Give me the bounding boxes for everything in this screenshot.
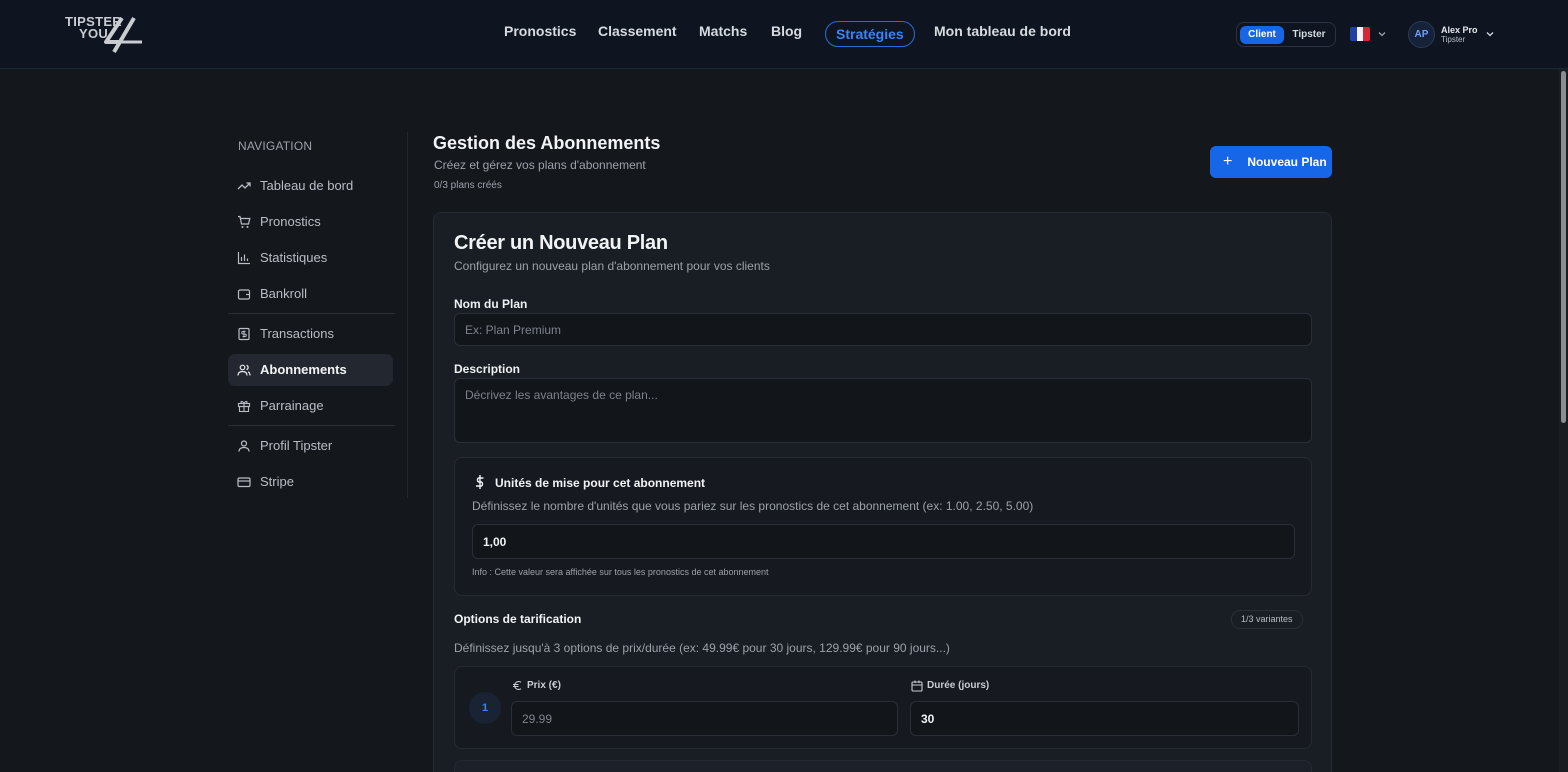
description-label: Description <box>454 362 521 376</box>
sidebar-item-tableau-de-bord[interactable]: Tableau de bord <box>228 170 393 202</box>
sidebar-divider <box>228 313 395 314</box>
variant-number: 1 <box>469 692 501 724</box>
new-plan-button[interactable]: + Nouveau Plan <box>1210 146 1332 178</box>
bar-chart-icon <box>237 252 250 265</box>
units-title: Unités de mise pour cet abonnement <box>495 476 706 490</box>
scrollbar[interactable] <box>1559 69 1568 772</box>
duration-input[interactable] <box>910 701 1299 736</box>
units-info: Info : Cette valeur sera affichée sur to… <box>472 567 769 577</box>
sidebar-item-label: Parrainage <box>260 398 324 413</box>
price-input[interactable] <box>511 701 898 736</box>
logo-mark-icon <box>104 16 142 54</box>
units-section: Unités de mise pour cet abonnement Défin… <box>454 457 1312 596</box>
cart-icon <box>238 215 251 228</box>
plus-icon: + <box>1223 153 1233 170</box>
sidebar-item-label: Abonnements <box>260 362 347 377</box>
units-input[interactable] <box>472 524 1295 559</box>
sidebar-item-stripe[interactable]: Stripe <box>228 466 393 498</box>
sidebar-item-label: Stripe <box>260 474 294 489</box>
user-name: Alex Pro <box>1441 25 1478 35</box>
sidebar-item-label: Transactions <box>260 326 334 341</box>
price-label: Prix (€) <box>527 680 561 691</box>
euro-icon <box>513 681 522 690</box>
language-flag-icon[interactable] <box>1350 27 1370 41</box>
new-plan-label: Nouveau Plan <box>1247 155 1327 169</box>
wallet-icon <box>237 289 251 300</box>
chevron-down-icon[interactable] <box>1377 29 1387 39</box>
nav-dashboard[interactable]: Mon tableau de bord <box>934 22 1071 40</box>
logo[interactable]: TIPSTER YOU <box>64 14 146 54</box>
plan-name-input[interactable] <box>454 313 1312 346</box>
trending-up-icon <box>237 182 251 190</box>
sidebar-item-parrainage[interactable]: Parrainage <box>228 390 393 422</box>
avatar[interactable]: AP <box>1408 21 1435 48</box>
sidebar-title: NAVIGATION <box>238 139 313 153</box>
nav-strategies[interactable]: Stratégies <box>825 21 915 47</box>
add-variant-button[interactable] <box>454 760 1312 772</box>
nav-blog[interactable]: Blog <box>771 22 802 40</box>
form-title: Créer un Nouveau Plan <box>454 232 668 254</box>
nav-matchs[interactable]: Matchs <box>699 22 747 40</box>
units-description: Définissez le nombre d'unités que vous p… <box>472 499 1034 513</box>
pricing-variant: 1 Prix (€) Durée (jours) <box>454 666 1312 749</box>
form-subtitle: Configurez un nouveau plan d'abonnement … <box>454 259 770 273</box>
sidebar-item-pronostics[interactable]: Pronostics <box>228 206 393 238</box>
duration-label: Durée (jours) <box>927 680 990 691</box>
gift-icon <box>237 400 251 413</box>
page-subtitle: Créez et gérez vos plans d'abonnement <box>434 158 646 172</box>
sidebar-item-bankroll[interactable]: Bankroll <box>228 278 393 310</box>
sidebar-item-abonnements[interactable]: Abonnements <box>228 354 393 386</box>
create-plan-card: Créer un Nouveau Plan Configurez un nouv… <box>433 212 1332 772</box>
toggle-tipster[interactable]: Tipster <box>1283 26 1335 44</box>
plans-count: 0/3 plans créés <box>434 180 502 191</box>
sidebar-divider <box>228 425 395 426</box>
description-textarea[interactable] <box>454 378 1312 443</box>
pricing-description: Définissez jusqu'à 3 options de prix/dur… <box>454 641 950 655</box>
nav-pronostics[interactable]: Pronostics <box>504 22 576 40</box>
sidebar-item-label: Tableau de bord <box>260 178 354 193</box>
top-header: TIPSTER YOU Pronostics Classement Matchs… <box>0 0 1568 69</box>
scrollbar-thumb[interactable] <box>1561 71 1566 423</box>
sidebar-item-transactions[interactable]: Transactions <box>228 318 393 350</box>
sidebar-item-label: Pronostics <box>260 214 321 229</box>
sidebar-item-label: Profil Tipster <box>260 438 333 453</box>
sidebar-item-label: Bankroll <box>260 286 307 301</box>
calendar-icon <box>911 680 923 692</box>
user-role: Tipster <box>1441 35 1466 44</box>
user-icon <box>238 440 250 452</box>
users-icon <box>237 364 251 376</box>
sidebar-item-statistiques[interactable]: Statistiques <box>228 242 393 274</box>
dollar-icon <box>476 475 484 489</box>
user-menu-chevron-icon[interactable] <box>1485 29 1495 39</box>
toggle-client[interactable]: Client <box>1240 26 1284 44</box>
variants-badge: 1/3 variantes <box>1231 610 1303 629</box>
plan-name-label: Nom du Plan <box>454 297 528 311</box>
credit-card-icon <box>237 477 251 488</box>
dollar-receipt-icon <box>238 327 250 341</box>
sidebar-item-profil-tipster[interactable]: Profil Tipster <box>228 430 393 462</box>
pricing-title: Options de tarification <box>454 612 582 626</box>
sidebar-item-label: Statistiques <box>260 250 328 265</box>
nav-classement[interactable]: Classement <box>598 22 677 40</box>
page-title: Gestion des Abonnements <box>433 133 661 153</box>
role-toggle: Client Tipster <box>1236 22 1336 47</box>
sidebar: NAVIGATION Tableau de bord Pronostics St… <box>228 132 408 498</box>
